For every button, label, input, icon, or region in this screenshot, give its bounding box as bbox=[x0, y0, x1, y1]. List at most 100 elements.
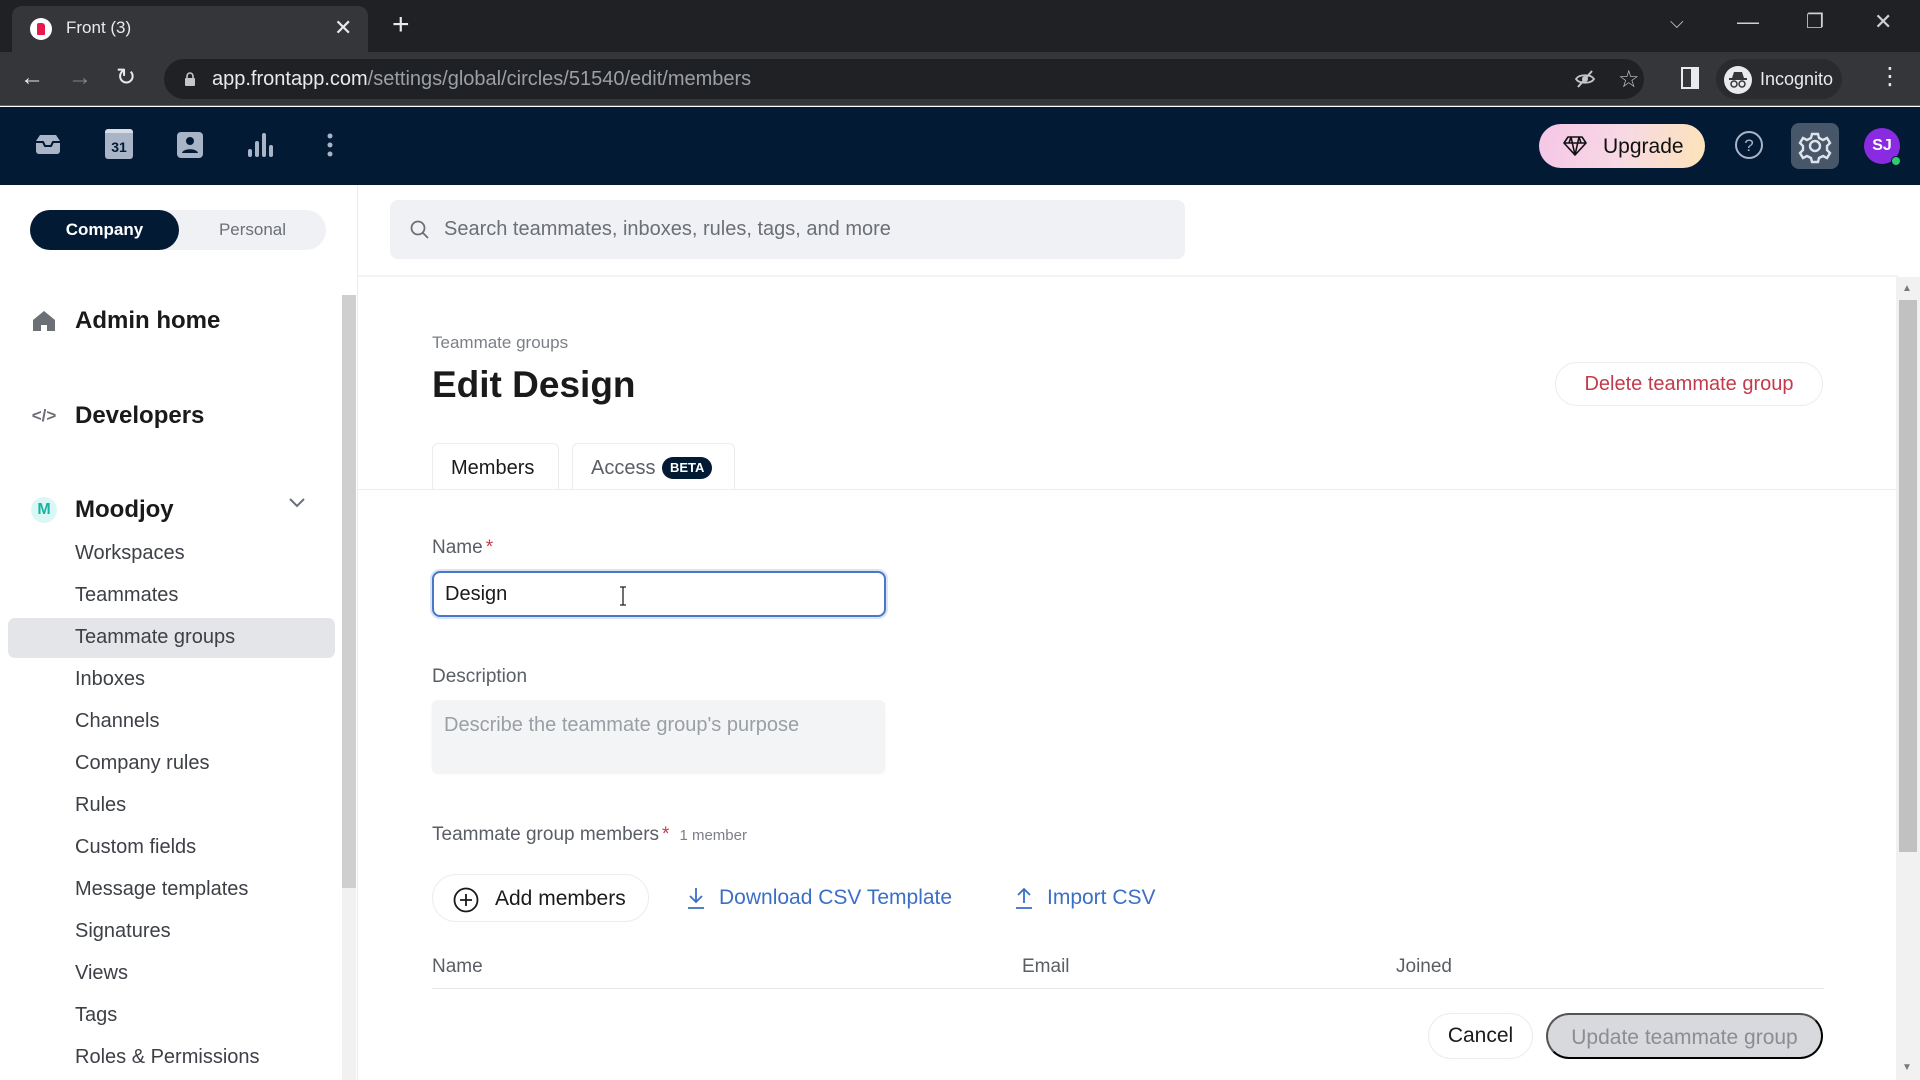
sidebar-item-label: Roles & Permissions bbox=[75, 1046, 260, 1068]
upgrade-button[interactable]: Upgrade bbox=[1539, 124, 1705, 168]
front-favicon-icon bbox=[30, 18, 52, 40]
column-header-joined[interactable]: Joined bbox=[1396, 956, 1452, 978]
help-icon[interactable]: ? bbox=[1734, 130, 1764, 160]
add-members-label: Add members bbox=[495, 887, 626, 910]
settings-button[interactable] bbox=[1791, 123, 1839, 169]
sidebar-developers[interactable]: </> Developers bbox=[30, 396, 205, 436]
scope-toggle: Company Personal bbox=[30, 210, 326, 250]
sidebar-item-signatures[interactable]: Signatures bbox=[8, 912, 335, 952]
settings-sidebar: Company Personal Admin home </> Develope… bbox=[0, 185, 358, 1080]
more-icon[interactable] bbox=[314, 129, 346, 161]
sidebar-item-rules[interactable]: Rules bbox=[8, 786, 335, 826]
header-divider bbox=[358, 275, 1898, 277]
sidebar-admin-home[interactable]: Admin home bbox=[30, 301, 220, 341]
scope-personal-button[interactable]: Personal bbox=[179, 210, 326, 250]
browser-tab-title: Front (3) bbox=[66, 18, 132, 37]
sidebar-item-roles-permissions[interactable]: Roles & Permissions bbox=[8, 1038, 335, 1078]
inbox-icon[interactable] bbox=[32, 129, 64, 161]
sidebar-item-teammate-groups[interactable]: Teammate groups bbox=[8, 618, 335, 658]
tab-label: Members bbox=[451, 457, 535, 479]
scroll-up-arrow-icon[interactable]: ▲ bbox=[1902, 283, 1912, 294]
name-input[interactable] bbox=[432, 571, 886, 617]
contacts-icon[interactable] bbox=[174, 129, 206, 161]
breadcrumb[interactable]: Teammate groups bbox=[432, 333, 568, 353]
update-teammate-group-button[interactable]: Update teammate group bbox=[1546, 1013, 1823, 1059]
sidebar-item-tags[interactable]: Tags bbox=[8, 996, 335, 1036]
browser-tab[interactable]: Front (3) ✕ bbox=[12, 6, 368, 52]
search-placeholder: Search teammates, inboxes, rules, tags, … bbox=[444, 218, 891, 240]
sidebar-item-label: Channels bbox=[75, 710, 160, 732]
back-icon[interactable]: ← bbox=[20, 64, 44, 92]
required-marker: * bbox=[662, 824, 670, 845]
admin-home-label: Admin home bbox=[75, 307, 221, 334]
side-panel-icon[interactable] bbox=[1681, 67, 1699, 89]
tab-label: Access bbox=[591, 457, 656, 479]
import-csv-label: Import CSV bbox=[1047, 886, 1156, 909]
bookmark-star-icon[interactable]: ☆ bbox=[1618, 65, 1640, 94]
eye-off-icon[interactable] bbox=[1574, 69, 1596, 89]
close-window-icon[interactable]: ✕ bbox=[1874, 10, 1892, 34]
url-text: app.frontapp.com/settings/global/circles… bbox=[212, 68, 752, 90]
chevron-down-icon[interactable] bbox=[288, 497, 306, 509]
download-csv-template-link[interactable]: Download CSV Template bbox=[687, 882, 952, 914]
sidebar-item-message-templates[interactable]: Message templates bbox=[8, 870, 335, 910]
main-scrollbar-thumb[interactable] bbox=[1899, 300, 1917, 852]
delete-teammate-group-button[interactable]: Delete teammate group bbox=[1555, 362, 1823, 406]
workspace-badge: M bbox=[31, 497, 57, 523]
sidebar-scrollbar-thumb[interactable] bbox=[342, 295, 356, 888]
table-header-divider bbox=[432, 988, 1824, 989]
new-tab-icon[interactable]: + bbox=[392, 10, 410, 40]
upgrade-label: Upgrade bbox=[1603, 135, 1684, 158]
tabs-divider bbox=[358, 489, 1898, 490]
reload-icon[interactable]: ↻ bbox=[116, 64, 136, 92]
sidebar-item-label: Custom fields bbox=[75, 836, 197, 858]
cancel-button[interactable]: Cancel bbox=[1428, 1013, 1533, 1059]
tab-access[interactable]: Access BETA bbox=[572, 443, 735, 490]
sidebar-item-teammates[interactable]: Teammates bbox=[8, 576, 335, 616]
address-bar[interactable]: app.frontapp.com/settings/global/circles… bbox=[164, 59, 1644, 99]
search-icon bbox=[410, 220, 429, 239]
members-section-label: Teammate group members * 1 member bbox=[432, 824, 747, 845]
tab-search-chevron-icon[interactable]: ⌵ bbox=[1670, 10, 1684, 34]
minimize-icon[interactable]: — bbox=[1737, 10, 1759, 34]
code-icon: </> bbox=[31, 406, 57, 425]
sidebar-item-label: Teammate groups bbox=[75, 626, 236, 648]
member-count: 1 member bbox=[679, 827, 747, 844]
sidebar-item-label: Teammates bbox=[75, 584, 179, 606]
sidebar-item-label: Views bbox=[75, 962, 128, 984]
browser-tab-strip: Front (3) ✕ + ⌵ — ❐ ✕ bbox=[0, 0, 1920, 52]
add-members-button[interactable]: Add members bbox=[432, 874, 649, 922]
sidebar-item-views[interactable]: Views bbox=[8, 954, 335, 994]
page-title: Edit Design bbox=[432, 364, 636, 405]
scroll-down-arrow-icon[interactable]: ▼ bbox=[1902, 1062, 1912, 1073]
calendar-icon[interactable]: 31 bbox=[105, 129, 133, 159]
restore-icon[interactable]: ❐ bbox=[1806, 10, 1824, 34]
description-input[interactable] bbox=[432, 700, 885, 773]
gear-icon bbox=[1798, 132, 1832, 164]
lock-icon bbox=[185, 72, 195, 86]
svg-text:?: ? bbox=[1744, 136, 1753, 155]
column-header-email[interactable]: Email bbox=[1022, 956, 1070, 978]
workspace-name: Moodjoy bbox=[75, 496, 174, 523]
sidebar-item-inboxes[interactable]: Inboxes bbox=[8, 660, 335, 700]
sidebar-workspace-moodjoy[interactable]: M Moodjoy bbox=[30, 490, 174, 530]
settings-search[interactable]: Search teammates, inboxes, rules, tags, … bbox=[390, 200, 1185, 259]
scope-company-button[interactable]: Company bbox=[30, 210, 179, 250]
column-header-name[interactable]: Name bbox=[432, 956, 483, 978]
analytics-icon[interactable] bbox=[244, 129, 276, 161]
plus-circle-icon bbox=[453, 887, 479, 913]
profile-button[interactable]: Incognito bbox=[1716, 59, 1842, 99]
close-tab-icon[interactable]: ✕ bbox=[334, 16, 352, 40]
name-field-label: Name * bbox=[432, 537, 494, 558]
forward-icon[interactable]: → bbox=[68, 64, 92, 92]
sidebar-item-custom-fields[interactable]: Custom fields bbox=[8, 828, 335, 868]
sidebar-item-workspaces[interactable]: Workspaces bbox=[8, 534, 335, 574]
sidebar-item-channels[interactable]: Channels bbox=[8, 702, 335, 742]
sidebar-item-company-rules[interactable]: Company rules bbox=[8, 744, 335, 784]
tab-members[interactable]: Members bbox=[432, 443, 559, 490]
browser-menu-icon[interactable]: ⋮ bbox=[1878, 62, 1902, 91]
import-csv-link[interactable]: Import CSV bbox=[1015, 882, 1156, 914]
required-marker: * bbox=[485, 537, 494, 558]
sidebar-item-label: Rules bbox=[75, 794, 127, 816]
text-cursor-icon bbox=[620, 586, 626, 606]
